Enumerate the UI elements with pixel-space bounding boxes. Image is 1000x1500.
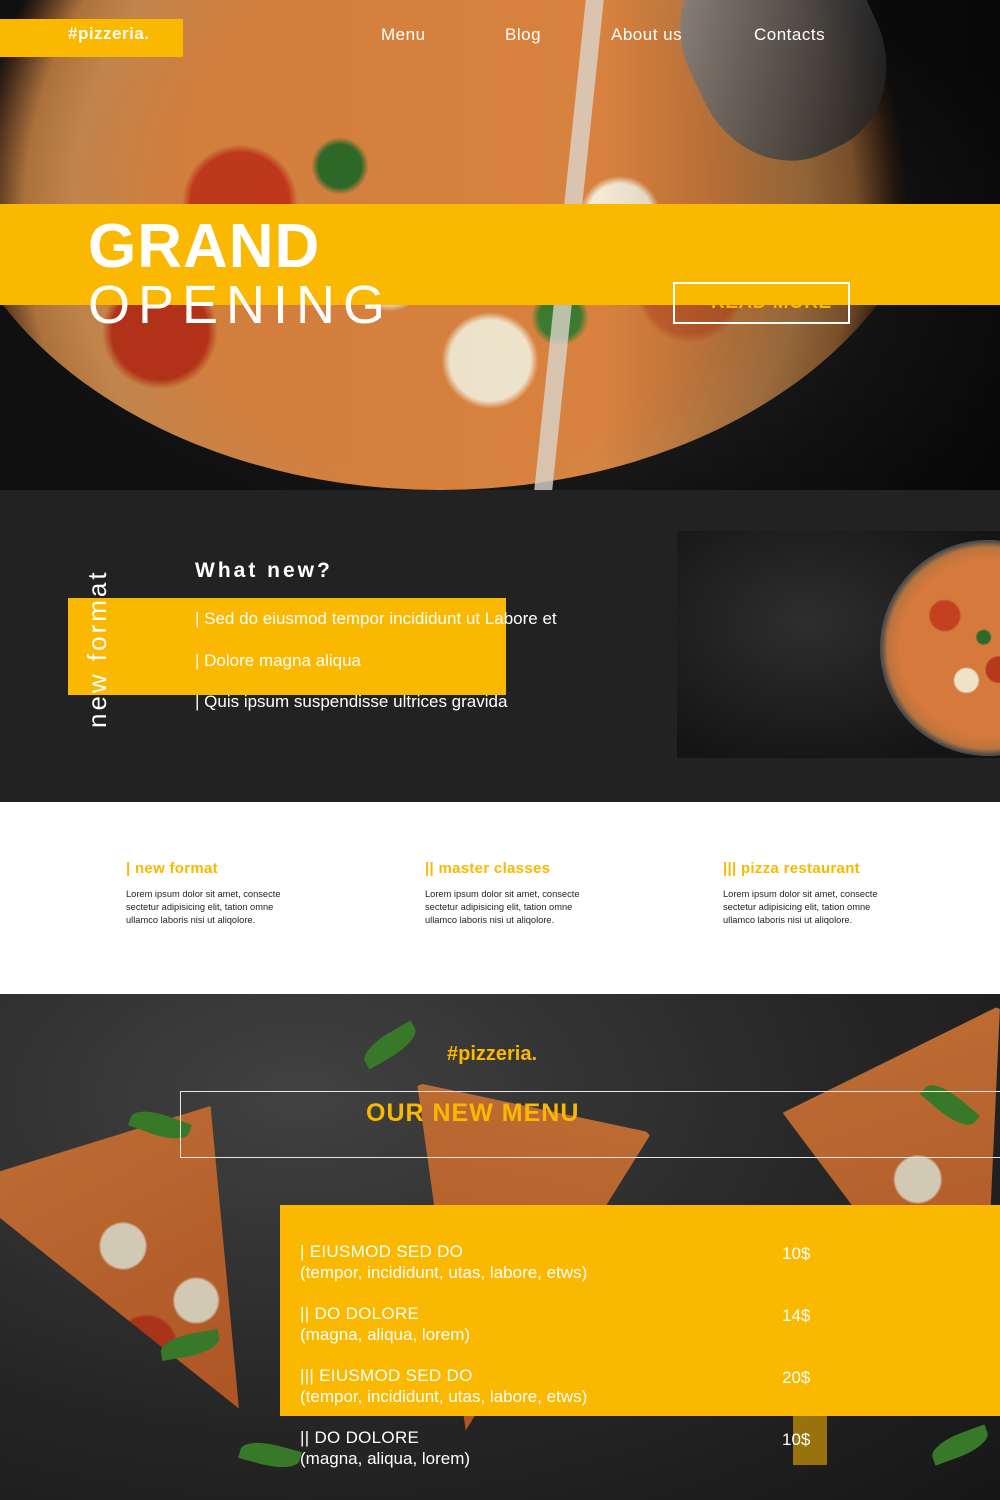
main-nav: Menu Blog About us Contacts — [0, 25, 1000, 49]
hero-subtitle: OPENING — [88, 275, 394, 335]
menu-item-name: || DO DOLORE — [300, 1428, 420, 1447]
feature-card: | new format Lorem ipsum dolor sit amet,… — [126, 860, 286, 927]
hero-title: GRAND — [88, 212, 321, 281]
menu-item-price: 20$ — [782, 1368, 811, 1387]
menu-item: || DO DOLORE (magna, aliqua, lorem) — [300, 1427, 470, 1469]
menu-item-price: 10$ — [782, 1244, 811, 1263]
menu-item-desc: (magna, aliqua, lorem) — [300, 1325, 471, 1344]
feature-body: Lorem ipsum dolor sit amet, consecte sec… — [723, 889, 878, 925]
menu-heading-frame — [180, 1091, 1000, 1158]
feature-card: || master classes Lorem ipsum dolor sit … — [425, 860, 585, 927]
menu-item-desc: (magna, aliqua, lorem) — [300, 1449, 471, 1468]
menu-logo: #pizzeria. — [447, 1043, 538, 1065]
feature-body: Lorem ipsum dolor sit amet, consecte sec… — [126, 889, 281, 925]
what-new-title: What new? — [195, 559, 333, 582]
nav-item-menu[interactable]: Menu — [381, 25, 426, 45]
menu-item: || DO DOLORE (magna, aliqua, lorem) — [300, 1303, 470, 1345]
menu-item-name: || DO DOLORE — [300, 1304, 420, 1323]
menu-item: ||| EIUSMOD SED DO (tempor, incididunt, … — [300, 1365, 587, 1407]
features-section: | new format Lorem ipsum dolor sit amet,… — [0, 802, 1000, 994]
nav-item-blog[interactable]: Blog — [505, 25, 541, 45]
menu-item-price: 10$ — [782, 1430, 811, 1449]
menu-item-name: | EIUSMOD SED DO — [300, 1242, 464, 1261]
nav-item-contacts[interactable]: Contacts — [754, 25, 825, 45]
hero-section: #pizzeria. Menu Blog About us Contacts G… — [0, 0, 1000, 490]
nav-item-about-us[interactable]: About us — [611, 25, 682, 45]
feature-title: || master classes — [425, 860, 551, 877]
what-new-section: new format What new? | Sed do eiusmod te… — [0, 490, 1000, 802]
new-format-vertical-label: new format — [82, 569, 112, 728]
menu-heading: OUR NEW MENU — [366, 1099, 580, 1127]
menu-section: #pizzeria. OUR NEW MENU | EIUSMOD SED DO… — [0, 994, 1000, 1500]
feature-body: Lorem ipsum dolor sit amet, consecte sec… — [425, 889, 580, 925]
menu-item: | EIUSMOD SED DO (tempor, incididunt, ut… — [300, 1241, 587, 1283]
menu-item-desc: (tempor, incididunt, utas, labore, etws) — [300, 1387, 588, 1406]
menu-item-price: 14$ — [782, 1306, 811, 1325]
pizza-image — [880, 540, 1000, 756]
menu-item-desc: (tempor, incididunt, utas, labore, etws) — [300, 1263, 588, 1282]
menu-item-name: ||| EIUSMOD SED DO — [300, 1366, 473, 1385]
what-new-item: | Sed do eiusmod tempor incididunt ut La… — [195, 609, 557, 628]
feature-title: ||| pizza restaurant — [723, 860, 860, 877]
read-more-button[interactable]: READ MORE — [673, 282, 850, 324]
pizza-photo — [677, 531, 1000, 758]
what-new-item: | Quis ipsum suspendisse ultrices gravid… — [195, 692, 508, 711]
what-new-item: | Dolore magna aliqua — [195, 651, 362, 670]
feature-title: | new format — [126, 860, 218, 877]
feature-card: ||| pizza restaurant Lorem ipsum dolor s… — [723, 860, 883, 927]
